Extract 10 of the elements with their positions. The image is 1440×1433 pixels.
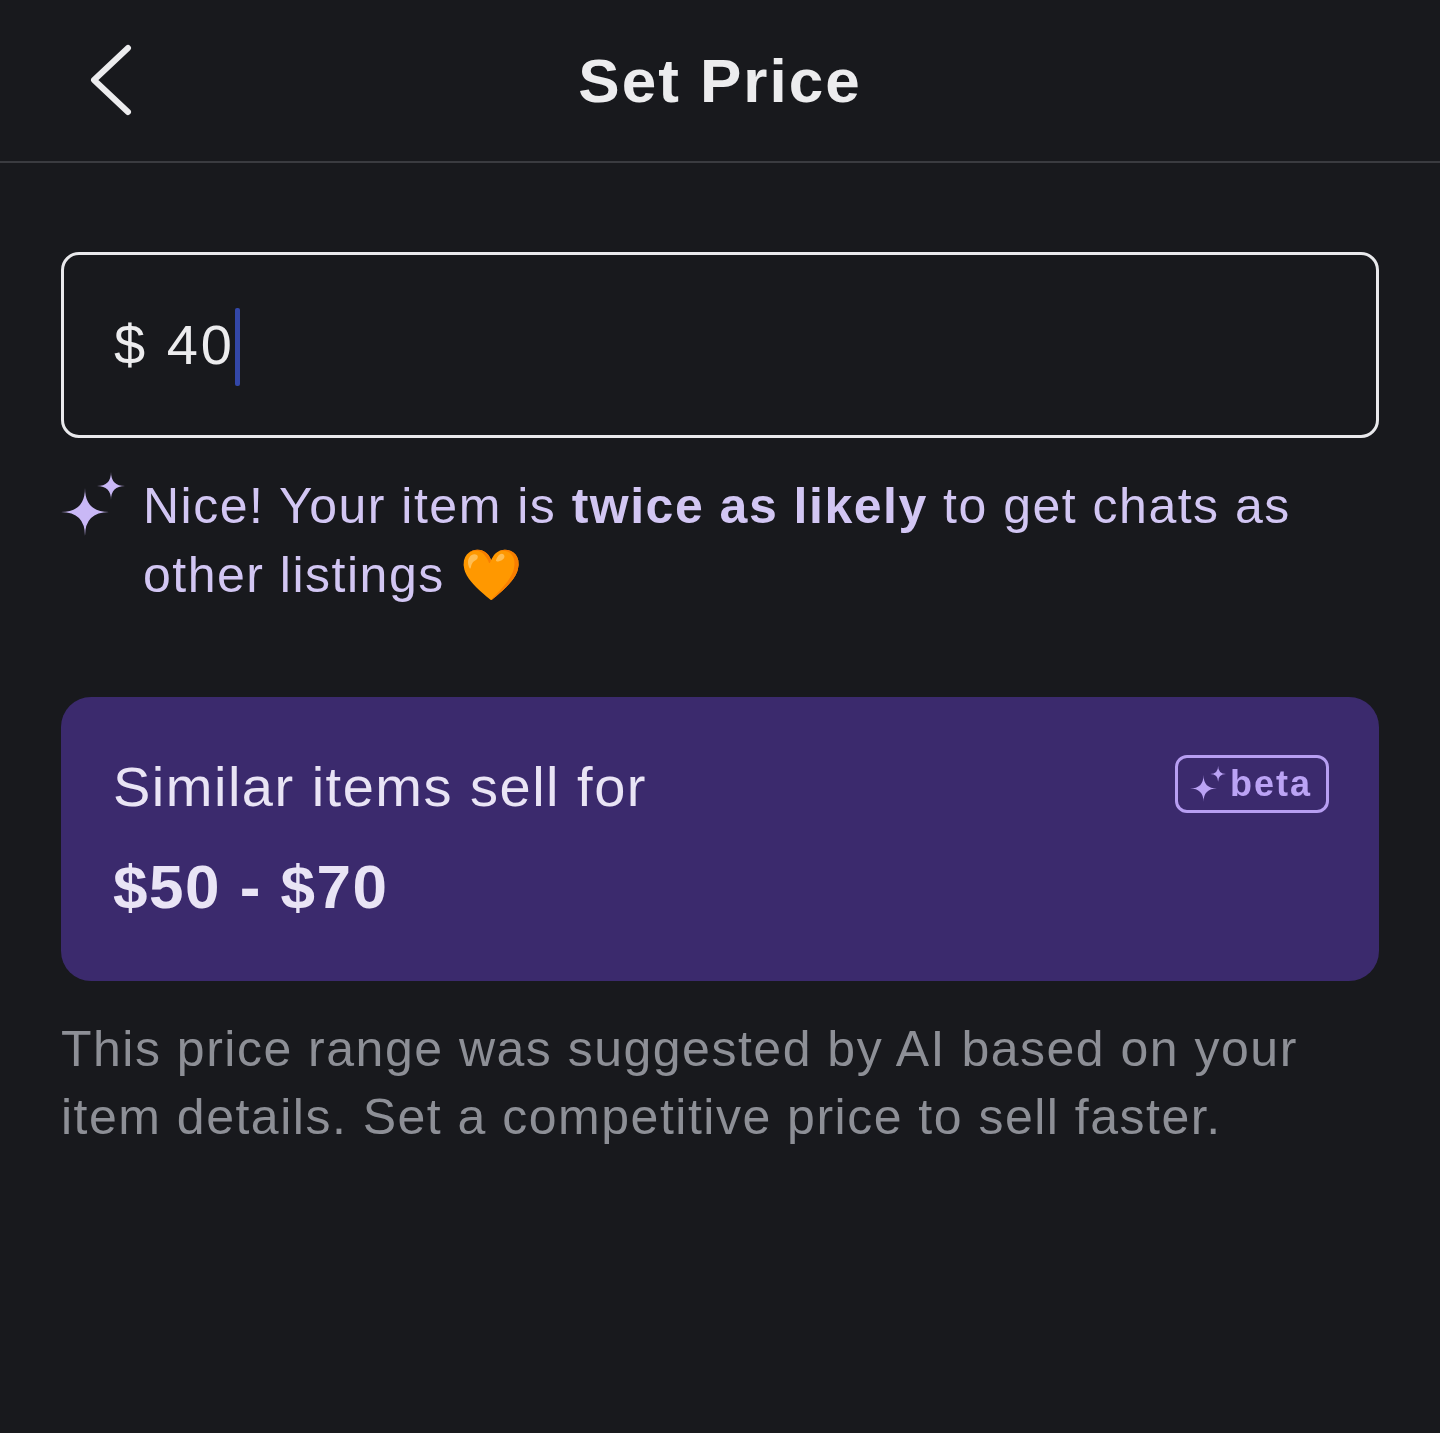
hint-text: Nice! Your item is twice as likely to get chats as other listings 🧡 [143,477,1292,605]
sparkle-icon [1189,766,1226,802]
page-title: Set Price [578,44,862,117]
text-cursor-icon [235,308,240,386]
price-input-field[interactable]: $ 40 [61,252,1379,438]
card-heading: Similar items sell for [113,755,647,819]
disclaimer-text: This price range was suggested by AI based on your item details. Set a competitive price to sell faster. [61,1020,1299,1147]
back-chevron-icon [88,43,132,116]
beta-label: beta [1229,764,1312,804]
price-range-text: $50 - $70 [113,855,390,919]
